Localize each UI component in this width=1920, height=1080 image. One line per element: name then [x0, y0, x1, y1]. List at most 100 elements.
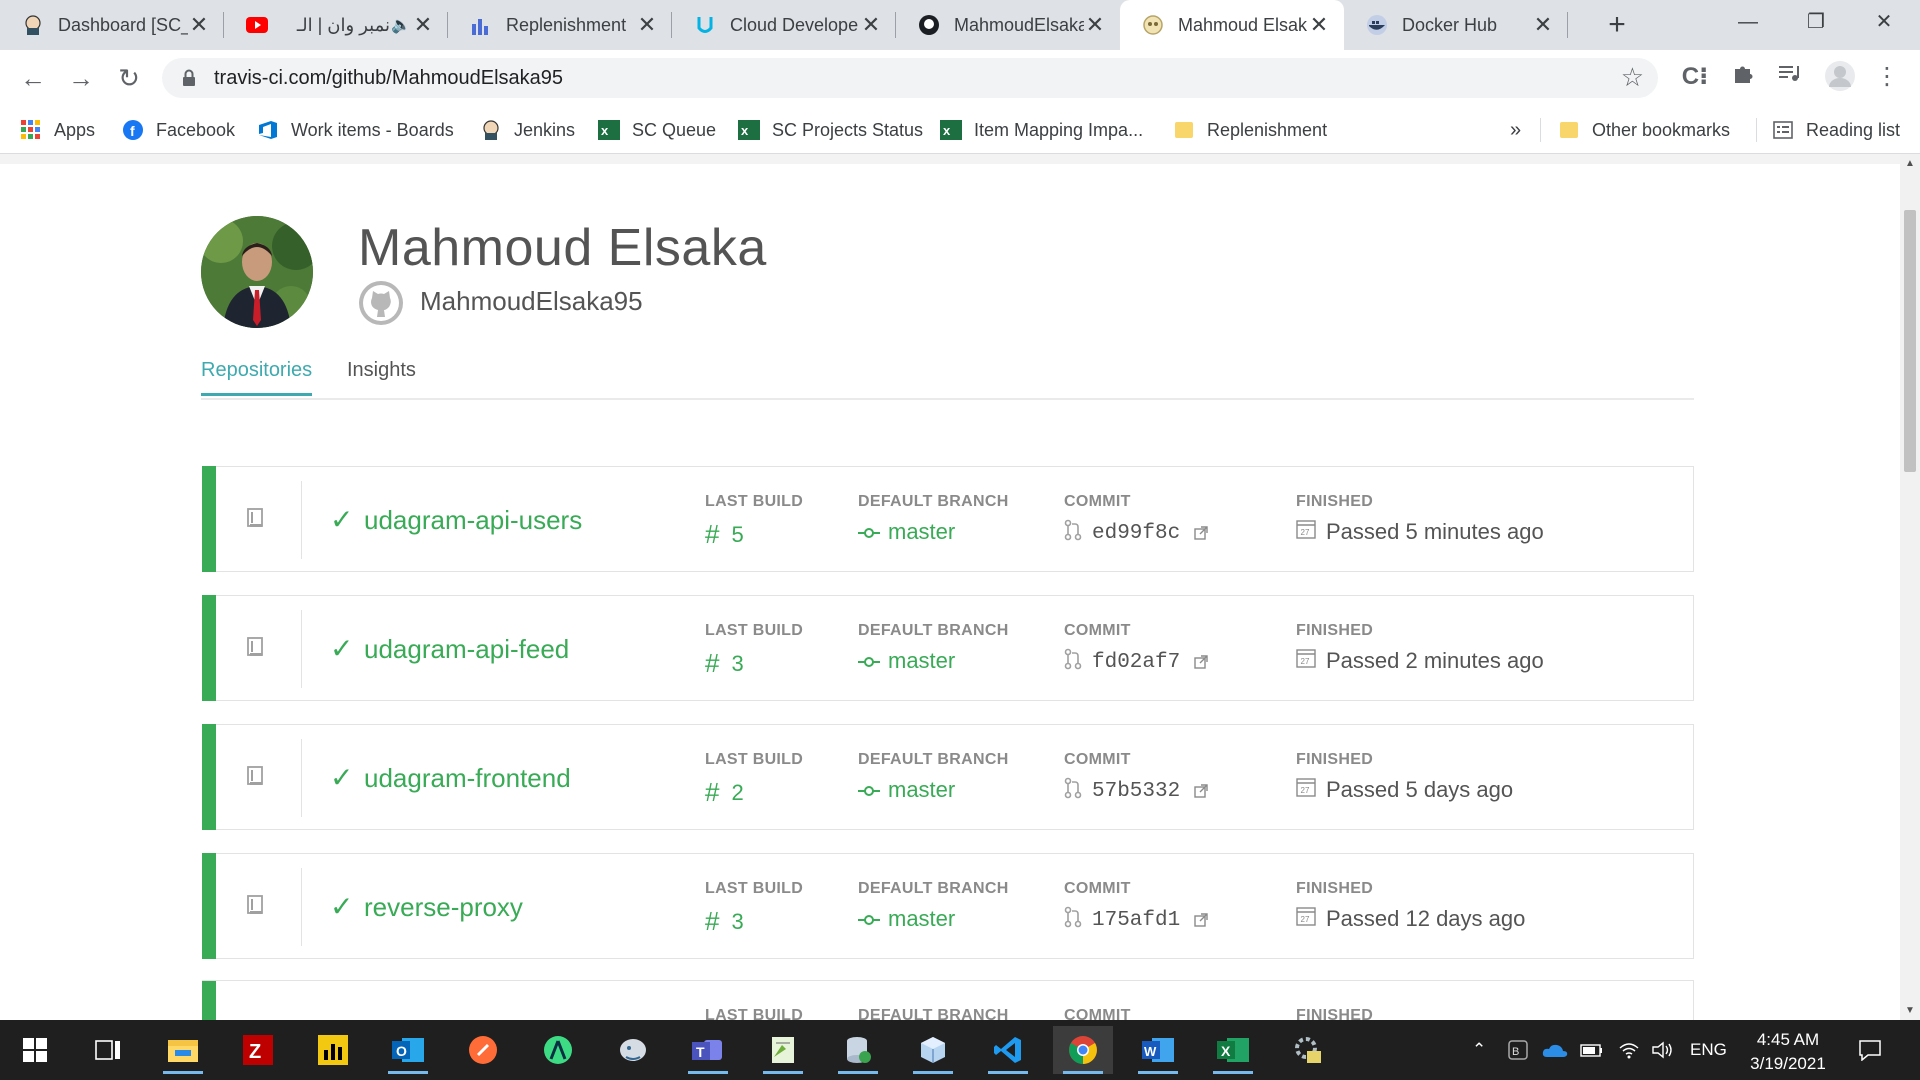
bookmark-star-icon[interactable]: ☆: [1621, 62, 1644, 93]
last-build-link[interactable]: # 3: [705, 906, 744, 937]
bookmark-apps[interactable]: Apps: [20, 106, 95, 154]
browser-tab[interactable]: Dashboard [SC_ ✕: [0, 0, 224, 50]
repository-name-link[interactable]: udagram-api-users: [364, 505, 582, 536]
close-tab-icon[interactable]: ✕: [412, 12, 434, 38]
battery-icon[interactable]: [1580, 1020, 1604, 1080]
browser-tab[interactable]: MahmoudElsaka ✕: [896, 0, 1120, 50]
notepad-icon[interactable]: [753, 1026, 813, 1074]
browser-tab-active[interactable]: Mahmoud Elsak ✕: [1120, 0, 1344, 50]
avatar[interactable]: [201, 216, 313, 328]
close-window-button[interactable]: ✕: [1854, 0, 1914, 44]
reload-button[interactable]: ↻: [113, 62, 145, 94]
browser-menu-icon[interactable]: ⋮: [1872, 62, 1902, 92]
profile-avatar-icon[interactable]: [1824, 60, 1855, 91]
profile-tabs: Repositories Insights: [201, 354, 1694, 400]
address-bar[interactable]: travis-ci.com/github/MahmoudElsaka95 ☆: [162, 58, 1658, 98]
scroll-up-arrow-icon[interactable]: ▲: [1900, 158, 1920, 169]
other-bookmarks[interactable]: Other bookmarks: [1558, 106, 1730, 154]
default-branch-link[interactable]: master: [858, 906, 955, 932]
virtualbox-icon[interactable]: [903, 1026, 963, 1074]
tray-app-icon[interactable]: B: [1508, 1020, 1528, 1080]
minimize-button[interactable]: —: [1718, 0, 1778, 44]
commit-link[interactable]: 57b5332: [1064, 777, 1208, 805]
bookmark-sc-projects-status[interactable]: x SC Projects Status: [738, 106, 923, 154]
browser-tab[interactable]: Cloud Develope ✕: [672, 0, 896, 50]
file-explorer-icon[interactable]: [153, 1026, 213, 1074]
settings-gear-icon[interactable]: [1278, 1026, 1338, 1074]
browser-tab[interactable]: نمبر وان | الـ 🔈 ✕: [224, 0, 448, 50]
bookmark-jenkins[interactable]: Jenkins: [480, 106, 575, 154]
android-studio-icon[interactable]: [528, 1026, 588, 1074]
notifications-icon[interactable]: [1858, 1020, 1882, 1080]
powerbi-icon[interactable]: [303, 1026, 363, 1074]
last-build-link[interactable]: # 5: [705, 519, 744, 550]
close-tab-icon[interactable]: ✕: [1532, 12, 1554, 38]
default-branch-link[interactable]: master: [858, 648, 955, 674]
repository-card[interactable]: ✓ udagram-api-feed LAST BUILD # 3 DEFAUL…: [202, 595, 1694, 701]
tab-insights[interactable]: Insights: [347, 354, 416, 386]
chrome-icon[interactable]: [1053, 1026, 1113, 1074]
repository-card[interactable]: ✓ udagram-frontend LAST BUILD # 2 DEFAUL…: [202, 724, 1694, 830]
close-tab-icon[interactable]: ✕: [1308, 12, 1330, 38]
reading-list[interactable]: Reading list: [1772, 106, 1900, 154]
bookmark-item-mapping[interactable]: x Item Mapping Impa...: [940, 106, 1143, 154]
bookmarks-overflow-button[interactable]: »: [1510, 106, 1521, 154]
filezilla-icon[interactable]: Z: [228, 1026, 288, 1074]
browser-tab[interactable]: Docker Hub ✕: [1344, 0, 1568, 50]
commit-link[interactable]: 175afd1: [1064, 906, 1208, 934]
github-login[interactable]: MahmoudElsaka95: [420, 286, 643, 317]
close-tab-icon[interactable]: ✕: [636, 12, 658, 38]
bookmark-sc-queue[interactable]: x SC Queue: [598, 106, 716, 154]
default-branch-link[interactable]: master: [858, 777, 955, 803]
wifi-icon[interactable]: [1618, 1020, 1640, 1080]
repository-name-link[interactable]: udagram-api-feed: [364, 634, 569, 665]
svg-text:Z: Z: [249, 1041, 261, 1063]
commit-link[interactable]: ed99f8c: [1064, 519, 1208, 547]
vscode-icon[interactable]: [978, 1026, 1038, 1074]
bookmark-facebook[interactable]: f Facebook: [122, 106, 235, 154]
puzzle-extensions-icon[interactable]: [1728, 62, 1758, 92]
browser-tab[interactable]: Replenishment ✕: [448, 0, 672, 50]
repository-card[interactable]: ✓ udagram-api-users LAST BUILD # 5 DEFAU…: [202, 466, 1694, 572]
repository-name-link[interactable]: reverse-proxy: [364, 892, 523, 923]
tab-repositories[interactable]: Repositories: [201, 354, 313, 396]
speaker-icon[interactable]: 🔈: [390, 15, 412, 35]
volume-icon[interactable]: [1652, 1020, 1674, 1080]
windows-start-icon[interactable]: [5, 1026, 65, 1074]
forward-button[interactable]: →: [65, 62, 97, 94]
database-icon[interactable]: [828, 1026, 888, 1074]
postman-icon[interactable]: [453, 1026, 513, 1074]
last-build-link[interactable]: # 2: [705, 777, 744, 808]
media-control-icon[interactable]: [1774, 62, 1804, 92]
finished-label: FINISHED: [1296, 880, 1374, 897]
repository-name-link[interactable]: udagram-frontend: [364, 763, 571, 794]
scroll-down-arrow-icon[interactable]: ▼: [1900, 1005, 1920, 1016]
taskbar-clock[interactable]: 4:45 AM 3/19/2021: [1728, 1028, 1848, 1076]
scrollbar-thumb[interactable]: [1904, 210, 1916, 472]
excel-icon[interactable]: X: [1203, 1026, 1263, 1074]
close-tab-icon[interactable]: ✕: [188, 12, 210, 38]
task-view-icon[interactable]: [78, 1026, 138, 1074]
last-build-link[interactable]: # 3: [705, 648, 744, 679]
github-icon[interactable]: [358, 280, 404, 326]
outlook-icon[interactable]: O: [378, 1026, 438, 1074]
restore-button[interactable]: ❐: [1786, 0, 1846, 44]
onedrive-icon[interactable]: [1542, 1020, 1568, 1080]
close-tab-icon[interactable]: ✕: [860, 12, 882, 38]
close-tab-icon[interactable]: ✕: [1084, 12, 1106, 38]
commit-link[interactable]: fd02af7: [1064, 648, 1208, 676]
repository-card[interactable]: ✓ reverse-proxy LAST BUILD # 3 DEFAULT B…: [202, 853, 1694, 959]
teams-icon[interactable]: T: [678, 1026, 738, 1074]
back-button[interactable]: ←: [17, 62, 49, 94]
default-branch-link[interactable]: master: [858, 519, 955, 545]
pgadmin-icon[interactable]: [603, 1026, 663, 1074]
tray-overflow-chevron-icon[interactable]: ⌃: [1472, 1020, 1486, 1080]
travis-icon: [1142, 14, 1164, 36]
bookmark-replenishment[interactable]: Replenishment: [1173, 106, 1327, 154]
extension-icon[interactable]: C⁝: [1680, 62, 1710, 92]
new-tab-button[interactable]: +: [1600, 8, 1634, 42]
bookmark-work-items[interactable]: Work items - Boards: [257, 106, 454, 154]
page-scrollbar[interactable]: ▲ ▼: [1900, 154, 1920, 1020]
word-icon[interactable]: W: [1128, 1026, 1188, 1074]
input-language-indicator[interactable]: ENG: [1690, 1020, 1727, 1080]
